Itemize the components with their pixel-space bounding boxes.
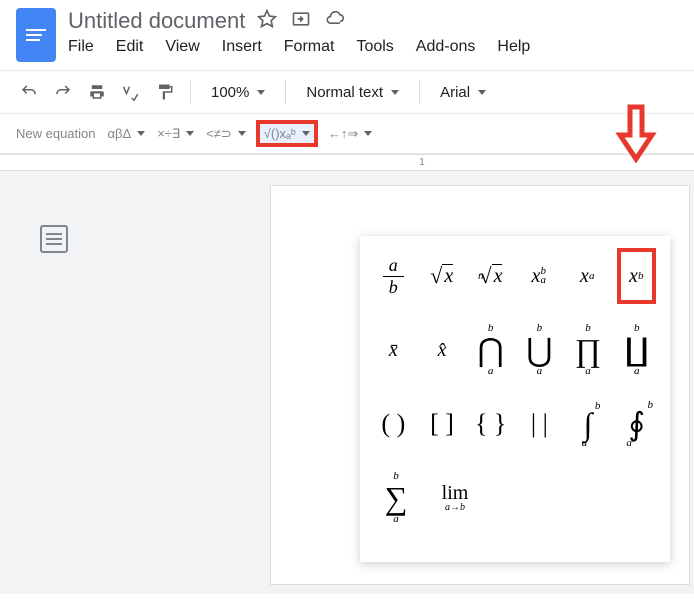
math-subsuper[interactable]: xba (520, 248, 559, 304)
zoom-dropdown[interactable]: 100% (201, 77, 275, 107)
zoom-label: 100% (211, 84, 249, 101)
docs-logo-icon[interactable] (16, 8, 56, 62)
caret-down-icon (257, 90, 265, 95)
math-superscript[interactable]: xb (617, 248, 657, 304)
caret-down-icon (302, 131, 310, 136)
math-bars[interactable]: | | (520, 396, 559, 452)
style-dropdown[interactable]: Normal text (296, 77, 409, 107)
misc-operators-button[interactable]: ×÷∃ (155, 122, 196, 146)
undo-button[interactable] (14, 77, 44, 107)
spellcheck-button[interactable] (116, 77, 146, 107)
menu-addons[interactable]: Add-ons (416, 38, 476, 56)
math-operations-button[interactable]: √()xₐᵇ (256, 120, 318, 147)
math-contour-integral[interactable]: ∮ba (617, 396, 656, 452)
math-coproduct[interactable]: b∐a (617, 322, 656, 378)
menu-tools[interactable]: Tools (356, 38, 393, 56)
menu-insert[interactable]: Insert (222, 38, 262, 56)
new-equation-label: New equation (16, 126, 96, 141)
math-union[interactable]: b⋃a (520, 322, 559, 378)
greek-letters-label: αβΔ (108, 126, 132, 141)
math-braces[interactable]: { } (471, 396, 510, 452)
caret-down-icon (391, 90, 399, 95)
font-dropdown[interactable]: Arial (430, 77, 496, 107)
math-operations-dropdown: ab x nx xba xa xb x̄ x̂ b⋂a b⋃a b∏a b∐a (360, 236, 670, 562)
math-product[interactable]: b∏a (569, 322, 608, 378)
caret-down-icon (186, 131, 194, 136)
math-parentheses[interactable]: ( ) (374, 396, 413, 452)
caret-down-icon (364, 131, 372, 136)
ruler: 1 (0, 155, 694, 171)
cloud-icon[interactable] (325, 9, 345, 34)
move-icon[interactable] (291, 9, 311, 34)
caret-down-icon (238, 131, 246, 136)
print-button[interactable] (82, 77, 112, 107)
arrows-button[interactable]: ←↑⇒ (326, 122, 374, 146)
math-subscript[interactable]: xa (568, 248, 607, 304)
math-limit[interactable]: lima→b (428, 470, 482, 526)
relations-button[interactable]: <≠⊃ (204, 122, 248, 146)
relations-label: <≠⊃ (206, 126, 232, 142)
math-xhat[interactable]: x̂ (423, 322, 462, 378)
math-sum[interactable]: b∑a (374, 470, 418, 526)
math-brackets[interactable]: [ ] (423, 396, 462, 452)
menu-edit[interactable]: Edit (116, 38, 144, 56)
math-fraction[interactable]: ab (374, 248, 413, 304)
outline-toggle-icon[interactable] (40, 225, 68, 253)
greek-letters-button[interactable]: αβΔ (106, 122, 148, 145)
caret-down-icon (137, 131, 145, 136)
ruler-mark: 1 (419, 157, 425, 168)
menu-view[interactable]: View (165, 38, 199, 56)
misc-operators-label: ×÷∃ (157, 126, 180, 142)
math-intersection[interactable]: b⋂a (471, 322, 510, 378)
font-label: Arial (440, 84, 470, 101)
menu-file[interactable]: File (68, 38, 94, 56)
star-icon[interactable] (257, 9, 277, 34)
style-label: Normal text (306, 84, 383, 101)
redo-button[interactable] (48, 77, 78, 107)
math-xbar[interactable]: x̄ (374, 322, 413, 378)
math-nroot[interactable]: nx (471, 248, 510, 304)
arrows-label: ←↑⇒ (328, 126, 358, 142)
document-title[interactable]: Untitled document (68, 8, 245, 34)
new-equation-button[interactable]: New equation (14, 122, 98, 145)
math-operations-label: √()xₐᵇ (264, 126, 296, 141)
annotation-arrow-icon (614, 103, 658, 163)
menu-format[interactable]: Format (284, 38, 335, 56)
menu-help[interactable]: Help (497, 38, 530, 56)
caret-down-icon (478, 90, 486, 95)
math-sqrt[interactable]: x (423, 248, 462, 304)
paint-format-button[interactable] (150, 77, 180, 107)
math-integral[interactable]: ∫ba (569, 396, 608, 452)
